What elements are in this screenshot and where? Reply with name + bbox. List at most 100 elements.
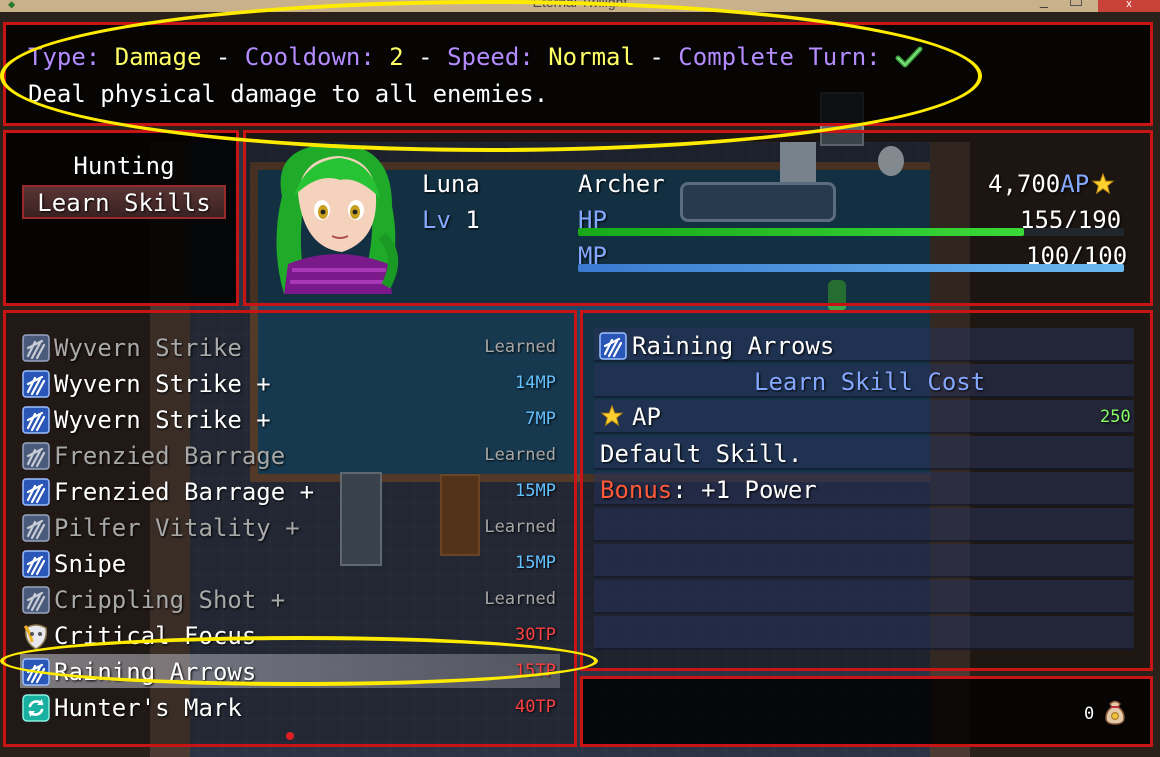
detail-header: Learn Skill Cost: [754, 368, 986, 396]
bonus-value: : +1 Power: [672, 476, 817, 504]
skill-name: Frenzied Barrage +: [54, 478, 315, 506]
detail-ap-cost: 250: [1100, 407, 1131, 427]
skill-row[interactable]: Critical Focus 30TP: [20, 618, 560, 654]
close-button[interactable]: x: [1098, 0, 1160, 12]
actor-portrait: [276, 143, 398, 294]
detail-skill-name: Raining Arrows: [632, 332, 835, 360]
ap-value: 4,700: [988, 170, 1061, 198]
skill-row[interactable]: Snipe 15MP: [20, 546, 560, 582]
claw-icon: [22, 550, 50, 578]
complete-turn-label: Complete Turn:: [678, 43, 881, 71]
mp-gauge: [578, 264, 1124, 272]
skill-row[interactable]: Pilfer Vitality + Learned: [20, 510, 560, 546]
title-bar: ◆ Eternal Twilight _ x: [0, 0, 1160, 12]
skill-name: Wyvern Strike: [54, 334, 242, 362]
actor-class: Archer: [578, 170, 665, 198]
window-title: Eternal Twilight: [532, 0, 628, 10]
maximize-button[interactable]: [1070, 0, 1082, 6]
skill-cost: Learned: [484, 337, 556, 357]
minimize-button[interactable]: _: [1040, 0, 1048, 8]
speed-value: Normal: [548, 43, 635, 71]
hp-gauge-fill: [578, 228, 1024, 236]
claw-icon: [22, 586, 50, 614]
skill-name: Wyvern Strike +: [54, 406, 271, 434]
detail-note: Default Skill.: [600, 440, 803, 468]
cooldown-label: Cooldown:: [244, 43, 375, 71]
skill-cost: 7MP: [525, 409, 556, 429]
coin-bag-icon: [1105, 700, 1125, 725]
star-icon: [1091, 172, 1115, 195]
level-value: 1: [465, 206, 480, 234]
separator: -: [649, 43, 664, 71]
skill-row[interactable]: Wyvern Strike + 14MP: [20, 366, 560, 402]
skill-name: Frenzied Barrage: [54, 442, 286, 470]
map-event-marker: [286, 732, 294, 740]
actor-level: Lv 1: [422, 205, 480, 235]
cycle-icon: [22, 694, 50, 722]
ap-label: AP: [1060, 170, 1090, 198]
detail-stripe: [594, 580, 1134, 614]
speed-label: Speed:: [447, 43, 534, 71]
claw-icon: [22, 478, 50, 506]
skill-row[interactable]: Frenzied Barrage + 15MP: [20, 474, 560, 510]
mask-icon: [22, 622, 50, 650]
detail-ap-label: AP: [632, 403, 661, 431]
help-window: [3, 22, 1153, 126]
star-icon: [600, 405, 624, 427]
skill-cost: Learned: [484, 517, 556, 537]
detail-stripe: [594, 616, 1134, 650]
cooldown-value: 2: [389, 43, 404, 71]
claw-icon: [599, 332, 627, 360]
type-value: Damage: [114, 43, 202, 71]
ap-total: 4,700AP: [988, 169, 1115, 199]
skill-name: Hunter's Mark: [54, 694, 242, 722]
skill-name: Raining Arrows: [54, 658, 257, 686]
skill-name: Pilfer Vitality +: [54, 514, 300, 542]
type-label: Type:: [28, 43, 101, 71]
skill-cost: 30TP: [515, 625, 556, 645]
gold-value: 0: [1084, 704, 1095, 724]
skill-cost: 15TP: [515, 661, 556, 681]
claw-icon: [22, 514, 50, 542]
level-label: Lv: [422, 206, 451, 234]
claw-icon: [22, 406, 50, 434]
skill-cost: Learned: [484, 445, 556, 465]
detail-bonus: Bonus: +1 Power: [600, 475, 817, 505]
gold-window: [580, 676, 1153, 747]
detail-stripe: [594, 400, 1134, 434]
category-title: Hunting: [73, 152, 175, 180]
skill-cost: Learned: [484, 589, 556, 609]
skill-row[interactable]: Hunter's Mark 40TP: [20, 690, 560, 726]
learn-skills-button[interactable]: Learn Skills: [22, 185, 226, 219]
checkmark-icon: [895, 46, 923, 68]
claw-icon: [22, 370, 50, 398]
bonus-label: Bonus: [600, 476, 673, 504]
command-window: Hunting Learn Skills: [3, 130, 239, 306]
skill-cost: 14MP: [515, 373, 556, 393]
mp-gauge-fill: [578, 264, 1124, 272]
skill-row[interactable]: Wyvern Strike + 7MP: [20, 402, 560, 438]
skill-info-line: Type: Damage - Cooldown: 2 - Speed: Norm…: [28, 42, 923, 72]
skill-row[interactable]: Frenzied Barrage Learned: [20, 438, 560, 474]
separator: -: [418, 43, 433, 71]
detail-stripe: [594, 508, 1134, 542]
skill-name: Crippling Shot +: [54, 586, 286, 614]
skill-name: Snipe: [54, 550, 127, 578]
separator: -: [215, 43, 231, 71]
claw-icon: [22, 442, 50, 470]
hp-gauge: [578, 228, 1124, 236]
detail-stripe: [594, 544, 1134, 578]
skill-cost: 15MP: [515, 553, 556, 573]
skill-row[interactable]: Wyvern Strike Learned: [20, 330, 560, 366]
claw-icon: [22, 334, 50, 362]
skill-row[interactable]: Crippling Shot + Learned: [20, 582, 560, 618]
actor-name: Luna: [422, 170, 480, 198]
skill-cost: 40TP: [515, 697, 556, 717]
skill-row[interactable]: Raining Arrows 15TP: [20, 654, 560, 688]
skill-cost: 15MP: [515, 481, 556, 501]
skill-name: Critical Focus: [54, 622, 257, 650]
learn-skills-label: Learn Skills: [37, 189, 211, 217]
skill-description: Deal physical damage to all enemies.: [28, 80, 549, 108]
claw-icon: [22, 658, 50, 686]
skill-name: Wyvern Strike +: [54, 370, 271, 398]
